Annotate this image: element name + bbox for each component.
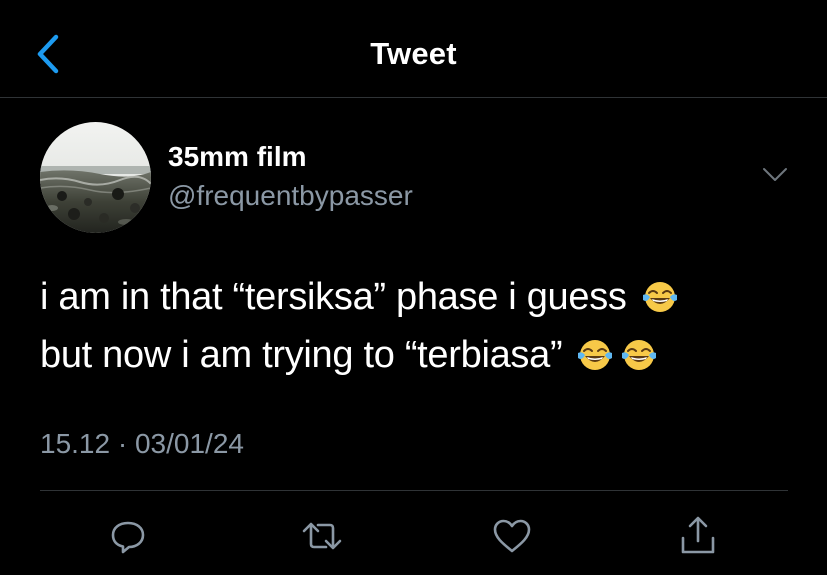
face-with-tears-of-joy-icon xyxy=(622,340,657,370)
like-icon xyxy=(493,519,531,553)
tweet-detail-screen: Tweet 35mm film @frequentbypasser i am i… xyxy=(0,0,827,575)
chevron-down-icon xyxy=(763,168,787,181)
timestamp-separator: · xyxy=(110,428,135,459)
like-button[interactable] xyxy=(490,514,534,558)
tweet-timestamp: 15.12 · 03/01/24 xyxy=(40,428,244,460)
tweet-date: 03/01/24 xyxy=(134,428,244,459)
author-display-name[interactable]: 35mm film xyxy=(168,141,307,173)
tweet-line: but now i am trying to “terbiasa” xyxy=(40,326,800,384)
tweet-time: 15.12 xyxy=(40,428,111,459)
tweet-line-text: but now i am trying to “terbiasa” xyxy=(40,334,563,376)
face-with-tears-of-joy-icon xyxy=(642,282,677,312)
avatar[interactable] xyxy=(40,122,151,233)
page-title: Tweet xyxy=(370,36,457,71)
top-nav-bar: Tweet xyxy=(0,0,827,98)
seaside-photo-avatar xyxy=(40,122,151,233)
reply-button[interactable] xyxy=(106,514,150,558)
more-options-button[interactable] xyxy=(760,163,790,185)
tweet-line-text: i am in that “tersiksa” phase i guess xyxy=(40,276,627,318)
tweet-line: i am in that “tersiksa” phase i guess xyxy=(40,268,800,326)
reply-icon xyxy=(111,521,145,554)
face-with-tears-of-joy-icon xyxy=(578,340,613,370)
tweet-text: i am in that “tersiksa” phase i guess bu… xyxy=(40,268,800,384)
retweet-button[interactable] xyxy=(300,514,344,558)
retweet-icon xyxy=(302,522,342,550)
share-icon xyxy=(681,516,715,554)
author-handle[interactable]: @frequentbypasser xyxy=(168,180,413,212)
share-button[interactable] xyxy=(676,514,720,558)
divider xyxy=(40,490,788,491)
